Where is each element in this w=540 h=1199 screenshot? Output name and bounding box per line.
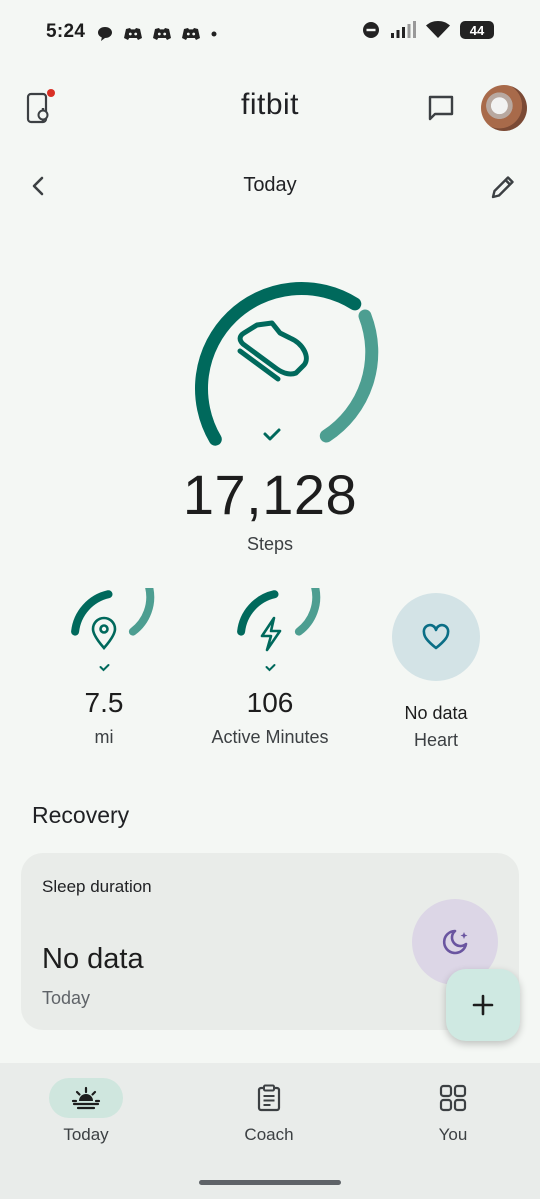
- recovery-section-title: Recovery: [32, 802, 130, 828]
- distance-stat[interactable]: 7.5 mi: [24, 550, 184, 748]
- clipboard-icon: [257, 1084, 281, 1112]
- plus-icon: [472, 994, 494, 1016]
- nav-pill-today: [49, 1078, 123, 1118]
- nav-label-you: You: [438, 1125, 468, 1144]
- pencil-icon: [491, 176, 514, 199]
- distance-label: mi: [94, 727, 114, 747]
- goal-check-icon: [265, 664, 276, 672]
- nav-item-coach[interactable]: Coach: [179, 1078, 359, 1145]
- steps-ring[interactable]: [150, 236, 390, 456]
- location-pin-icon: [91, 616, 117, 650]
- heart-value: No data: [404, 703, 468, 723]
- steps-label: Steps: [246, 534, 294, 554]
- status-time: 5:24: [46, 21, 86, 42]
- heart-icon: [422, 623, 450, 650]
- goal-check-icon: [263, 428, 281, 441]
- steps-remaining-arc: [319, 309, 379, 443]
- nav-pill-you: [416, 1078, 490, 1118]
- notification-icons: [96, 25, 218, 43]
- date-title: Today: [243, 174, 297, 196]
- sunrise-icon: [71, 1086, 101, 1110]
- steps-progress-arc: [195, 282, 362, 446]
- discord-icon: [124, 28, 142, 40]
- sleep-card-subtitle: Today: [42, 988, 91, 1008]
- heart-stat[interactable]: No data Heart: [356, 588, 516, 751]
- wifi-icon: [426, 21, 450, 38]
- lightning-icon: [260, 616, 282, 652]
- nav-item-today[interactable]: Today: [0, 1078, 176, 1145]
- distance-value: 7.5: [84, 687, 124, 718]
- chat-bubble-icon: [98, 27, 112, 41]
- nav-pill-coach: [232, 1078, 306, 1118]
- discord-icon: [182, 28, 200, 40]
- steps-value: 17,128: [182, 463, 358, 526]
- active-minutes-value: 106: [246, 687, 294, 718]
- signal-icon: [391, 21, 416, 38]
- sleep-card-value: No data: [42, 943, 144, 975]
- system-icons: 44: [362, 21, 494, 39]
- grid-icon: [439, 1084, 467, 1112]
- active-minutes-label: Active Minutes: [211, 727, 329, 747]
- add-fab-button[interactable]: [446, 969, 520, 1041]
- edit-button[interactable]: [486, 170, 520, 204]
- nav-item-you[interactable]: You: [363, 1078, 540, 1145]
- nav-label-coach: Coach: [244, 1125, 294, 1144]
- battery-indicator: 44: [460, 21, 494, 39]
- moon-icon: [442, 929, 468, 955]
- profile-avatar[interactable]: [481, 85, 527, 131]
- active-minutes-stat[interactable]: 106 Active Minutes: [190, 550, 350, 748]
- home-indicator[interactable]: [199, 1180, 341, 1185]
- heart-circle: [392, 593, 480, 681]
- goal-check-icon: [99, 664, 110, 672]
- sleep-card-title: Sleep duration: [42, 877, 152, 896]
- shoe-icon: [237, 320, 309, 382]
- nav-label-today: Today: [63, 1125, 109, 1144]
- more-dot-icon: [211, 31, 217, 37]
- messages-button[interactable]: [421, 88, 461, 128]
- chat-icon: [428, 95, 454, 121]
- discord-icon: [153, 28, 171, 40]
- heart-label: Heart: [413, 730, 458, 750]
- do-not-disturb-icon: [363, 22, 379, 38]
